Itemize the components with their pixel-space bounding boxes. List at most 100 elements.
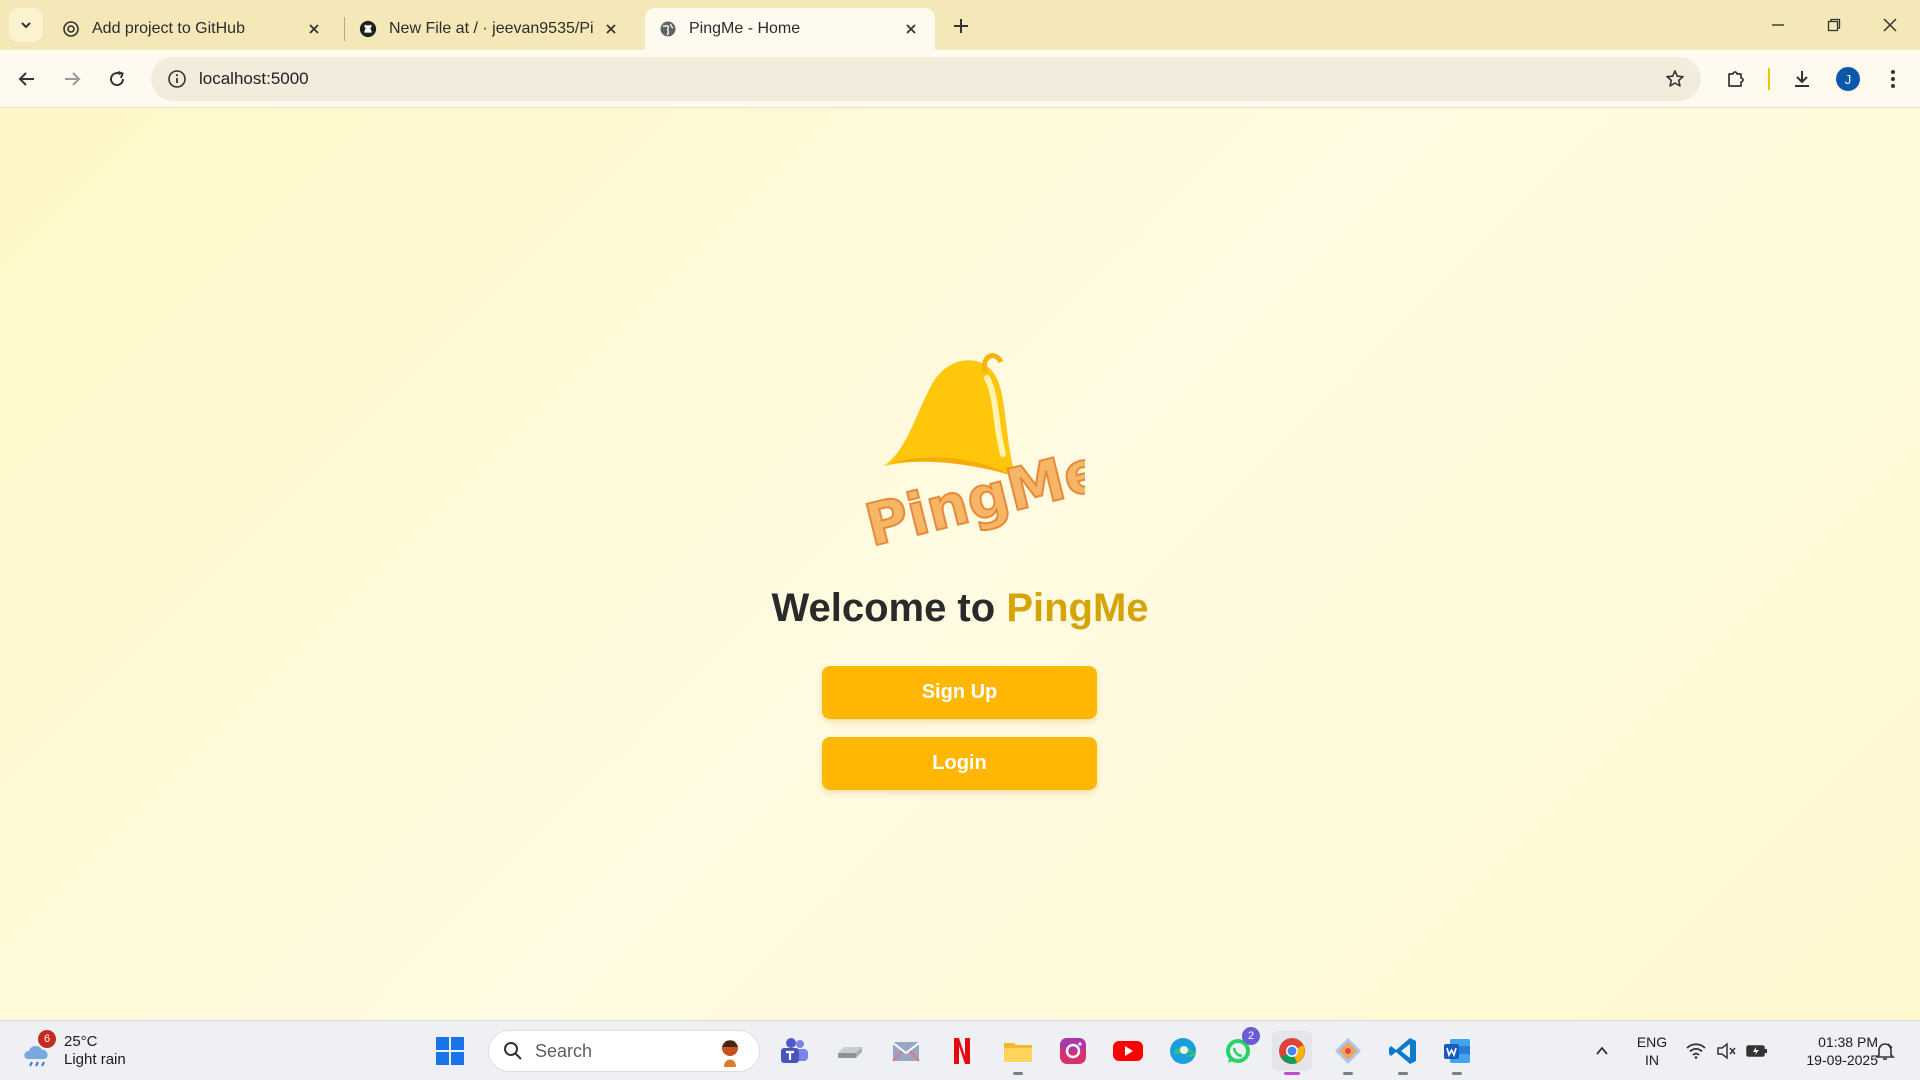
wifi-status[interactable] <box>1684 1039 1708 1063</box>
volume-muted-icon <box>1717 1042 1736 1060</box>
taskbar-mail[interactable] <box>886 1031 926 1071</box>
show-hidden-icons-button[interactable] <box>1590 1039 1614 1063</box>
arrow-left-icon <box>18 72 34 86</box>
tab-pingme-home[interactable]: PingMe - Home <box>645 8 935 50</box>
restore-icon <box>1827 18 1841 32</box>
weather-alert-badge: 6 <box>38 1030 56 1048</box>
tab-new-file[interactable]: New File at / · jeevan9535/PingMe <box>345 8 635 50</box>
openai-icon <box>62 20 80 38</box>
tab-title: New File at / · jeevan9535/PingMe <box>389 20 593 37</box>
sign-up-button[interactable]: Sign Up <box>822 666 1097 719</box>
bookmark-star-icon[interactable] <box>1663 67 1687 91</box>
back-button[interactable] <box>11 63 43 95</box>
search-icon <box>501 1039 525 1063</box>
close-icon[interactable] <box>304 19 324 39</box>
extensions-button[interactable] <box>1720 63 1752 95</box>
welcome-heading: Welcome to PingMe <box>0 586 1920 631</box>
taskbar-vscode[interactable] <box>1383 1031 1423 1075</box>
region-code: IN <box>1645 1052 1659 1068</box>
pingme-logo: PingMe <box>858 353 1085 561</box>
windows-taskbar: 6 25°C Light rain Search 2 ENG IN 01:38 … <box>0 1020 1920 1080</box>
notification-badge: 2 <box>1242 1027 1260 1045</box>
more-vertical-icon <box>1891 70 1895 88</box>
weather-text: 25°C Light rain <box>64 1033 126 1069</box>
youtube-icon <box>1113 1041 1143 1061</box>
welcome-prefix: Welcome to <box>771 586 1007 630</box>
github-icon <box>359 20 377 38</box>
address-bar[interactable]: localhost:5000 <box>151 57 1701 101</box>
wifi-icon <box>1686 1043 1706 1059</box>
taskbar-youtube[interactable] <box>1108 1031 1148 1071</box>
weather-temp: 25°C <box>64 1033 98 1050</box>
forward-button[interactable] <box>56 63 88 95</box>
file-explorer-icon <box>1004 1043 1032 1062</box>
volume-status[interactable] <box>1714 1039 1738 1063</box>
close-icon[interactable] <box>601 19 621 39</box>
download-icon <box>1795 71 1809 87</box>
plus-icon <box>954 19 968 33</box>
running-indicator <box>1398 1072 1408 1075</box>
search-placeholder: Search <box>535 1040 593 1061</box>
running-indicator <box>1452 1072 1462 1075</box>
windows-logo-icon <box>436 1037 464 1065</box>
edge-icon <box>1170 1038 1196 1064</box>
taskbar-file-explorer[interactable] <box>998 1031 1038 1075</box>
taskbar-instagram[interactable] <box>1053 1031 1093 1071</box>
taskbar-word[interactable] <box>1437 1031 1477 1075</box>
git-icon <box>1335 1038 1361 1064</box>
taskbar-edge[interactable] <box>1163 1031 1203 1071</box>
word-icon <box>1444 1039 1470 1063</box>
browser-tab-strip: Add project to GitHub New File at / · je… <box>0 0 1920 50</box>
weather-rain-icon: 6 <box>20 1030 56 1069</box>
reload-button[interactable] <box>101 63 133 95</box>
puzzle-icon <box>1728 71 1744 87</box>
close-icon[interactable] <box>901 19 921 39</box>
login-button[interactable]: Login <box>822 737 1097 790</box>
mail-icon <box>892 1042 920 1062</box>
clock-date: 19-09-2025 <box>1806 1052 1878 1068</box>
profile-avatar[interactable]: J <box>1836 67 1860 91</box>
running-indicator <box>1284 1072 1300 1075</box>
site-info-icon[interactable] <box>157 57 197 101</box>
running-indicator <box>1013 1072 1023 1075</box>
taskbar-git[interactable] <box>1328 1031 1368 1075</box>
new-tab-button[interactable] <box>947 12 975 40</box>
battery-status[interactable] <box>1745 1039 1769 1063</box>
globe-icon <box>659 20 677 38</box>
tab-add-project[interactable]: Add project to GitHub <box>48 8 338 50</box>
toolbar-divider <box>1768 68 1770 90</box>
taskbar-whatsapp[interactable]: 2 <box>1218 1027 1260 1071</box>
browser-menu-button[interactable] <box>1877 63 1909 95</box>
chevron-up-icon <box>1596 1046 1608 1055</box>
language-code: ENG <box>1636 1034 1668 1050</box>
taskbar-drive[interactable] <box>830 1031 870 1071</box>
tab-title: PingMe - Home <box>689 20 801 37</box>
taskbar-teams[interactable] <box>774 1031 814 1071</box>
taskbar-netflix[interactable] <box>942 1031 982 1071</box>
url-text[interactable]: localhost:5000 <box>199 69 309 89</box>
language-indicator[interactable]: ENG IN <box>1634 1033 1670 1069</box>
search-highlight-icon <box>722 1040 738 1067</box>
notifications-button[interactable] <box>1873 1039 1897 1063</box>
welcome-brand: PingMe <box>1006 586 1149 630</box>
minimize-button[interactable] <box>1750 0 1806 50</box>
downloads-button[interactable] <box>1786 63 1818 95</box>
reload-icon <box>110 71 125 87</box>
taskbar-chrome[interactable] <box>1272 1031 1312 1075</box>
chevron-down-icon <box>21 22 31 29</box>
taskbar-search[interactable]: Search <box>488 1030 760 1072</box>
minimize-icon <box>1772 24 1784 26</box>
page-content: PingMe Welcome to PingMe Sign Up Login <box>0 108 1920 1020</box>
tab-search-button[interactable] <box>9 8 43 42</box>
notification-bell-icon <box>1875 1043 1895 1060</box>
clock[interactable]: 01:38 PM 19-09-2025 <box>1778 1033 1878 1069</box>
restore-button[interactable] <box>1806 0 1862 50</box>
close-icon <box>1883 18 1897 32</box>
arrow-right-icon <box>65 72 81 86</box>
running-indicator <box>1343 1072 1353 1075</box>
vscode-icon <box>1389 1038 1416 1064</box>
weather-widget[interactable]: 6 25°C Light rain <box>20 1029 126 1073</box>
chrome-icon <box>1279 1038 1305 1064</box>
start-button[interactable] <box>430 1031 470 1071</box>
close-window-button[interactable] <box>1862 0 1918 50</box>
